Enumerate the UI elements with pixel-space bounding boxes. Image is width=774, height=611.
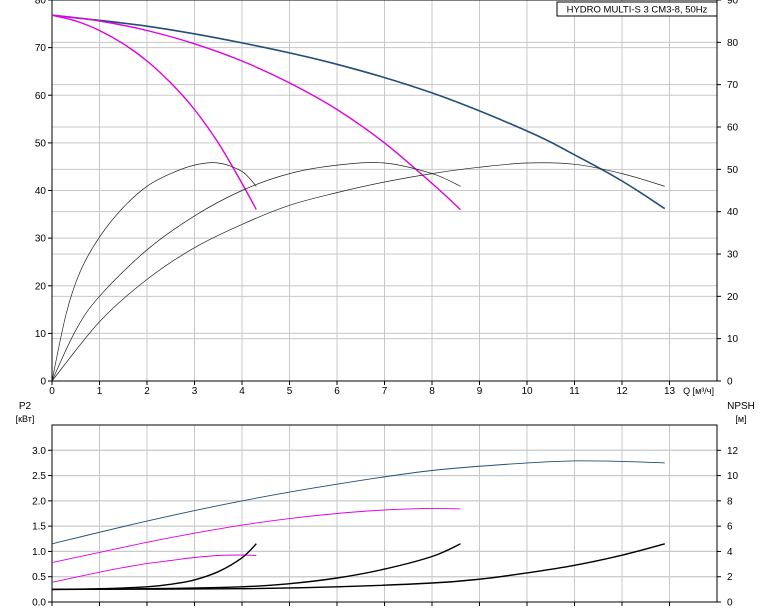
y-right-tick-label: 20	[727, 292, 739, 303]
pump-curve-chart: 0102030405060708001020304050607080900 1 2 3…	[16, 0, 755, 609]
y-left-tick-label: 40	[35, 186, 47, 197]
series-line-5	[51, 543, 461, 591]
y-right-tick-label: 10	[727, 471, 739, 482]
y-left-tick-label: 70	[35, 43, 47, 54]
x-tick-label: 7	[382, 386, 388, 397]
y-left-axis-unit: [кВт]	[16, 414, 35, 424]
y-left-tick-label: 0.5	[32, 572, 46, 583]
y-left-tick-label: 20	[35, 281, 47, 292]
y-right-tick-label: 2	[727, 572, 733, 583]
series-line-4	[51, 543, 257, 591]
series-line-1	[51, 14, 666, 210]
series-line-1	[51, 460, 665, 545]
y-right-tick-label: 90	[727, 0, 739, 7]
y-left-tick-label: 2.5	[32, 471, 46, 482]
y-right-axis-unit: [м]	[735, 414, 746, 424]
y-right-tick-label: 8	[727, 496, 733, 507]
y-right-tick-label: 80	[727, 38, 739, 49]
x-tick-label: 8	[429, 386, 435, 397]
y-right-axis-label: NPSH	[727, 401, 755, 412]
x-axis-label: Q [м³/ч]	[683, 386, 714, 396]
x-tick-label: 5	[287, 386, 293, 397]
y-left-tick-label: 30	[35, 234, 47, 245]
y-left-tick-label: 0.0	[32, 598, 46, 609]
x-tick-label: 11	[569, 386, 580, 397]
x-tick-label: 2	[144, 386, 150, 397]
power-npsh-panel: 0.0 0.5 1.0 1.5 2.0 2.5 3.0 0 2 4 6 8 10 12 P2 [кВт] NPS…	[16, 401, 755, 609]
y-right-tick-label: 40	[727, 207, 739, 218]
x-tick-label: 9	[477, 386, 483, 397]
series-line-4	[51, 162, 257, 382]
series-line-5	[51, 162, 461, 382]
y-right-tick-label: 4	[727, 547, 733, 558]
y-left-tick-label: 1.0	[32, 547, 46, 558]
series-line-6	[51, 162, 665, 382]
y-left-tick-label: 0	[40, 377, 46, 388]
x-tick-label: 12	[616, 386, 628, 397]
y-left-tick-label: 3.0	[32, 446, 46, 457]
series-line-3	[51, 14, 257, 210]
chart-title: HYDRO MULTI-S 3 CM3-8, 50Hz	[567, 5, 708, 16]
y-left-tick-label: 1.5	[32, 522, 46, 533]
x-tick-label: 1	[97, 386, 103, 397]
y-right-tick-label: 60	[727, 123, 739, 134]
y-right-tick-label: 70	[727, 80, 739, 91]
x-tick-label: 4	[239, 386, 245, 397]
series-line-2	[51, 507, 461, 564]
y-right-tick-label: 50	[727, 165, 739, 176]
y-right-tick-label: 30	[727, 250, 739, 261]
y-right-tick-label: 6	[727, 522, 733, 533]
y-left-tick-label: 80	[35, 0, 47, 7]
head-efficiency-panel: 0102030405060708001020304050607080900 1 2 3…	[35, 0, 739, 397]
series-line-6	[51, 543, 665, 591]
series-line-2	[51, 14, 461, 211]
y-left-tick-label: 60	[35, 91, 47, 102]
y-right-tick-label: 10	[727, 334, 739, 345]
y-right-tick-label: 0	[727, 377, 733, 388]
x-tick-label: 3	[192, 386, 198, 397]
y-left-tick-label: 2.0	[32, 496, 46, 507]
x-tick-label: 13	[664, 386, 676, 397]
y-left-tick-label: 50	[35, 138, 47, 149]
x-tick-label: 0	[49, 386, 55, 397]
x-tick-label: 10	[521, 386, 533, 397]
y-right-tick-label: 0	[727, 598, 733, 609]
y-left-axis-label: P2	[19, 401, 32, 412]
y-right-tick-label: 12	[727, 446, 739, 457]
x-tick-label: 6	[334, 386, 340, 397]
y-left-tick-label: 10	[35, 329, 47, 340]
